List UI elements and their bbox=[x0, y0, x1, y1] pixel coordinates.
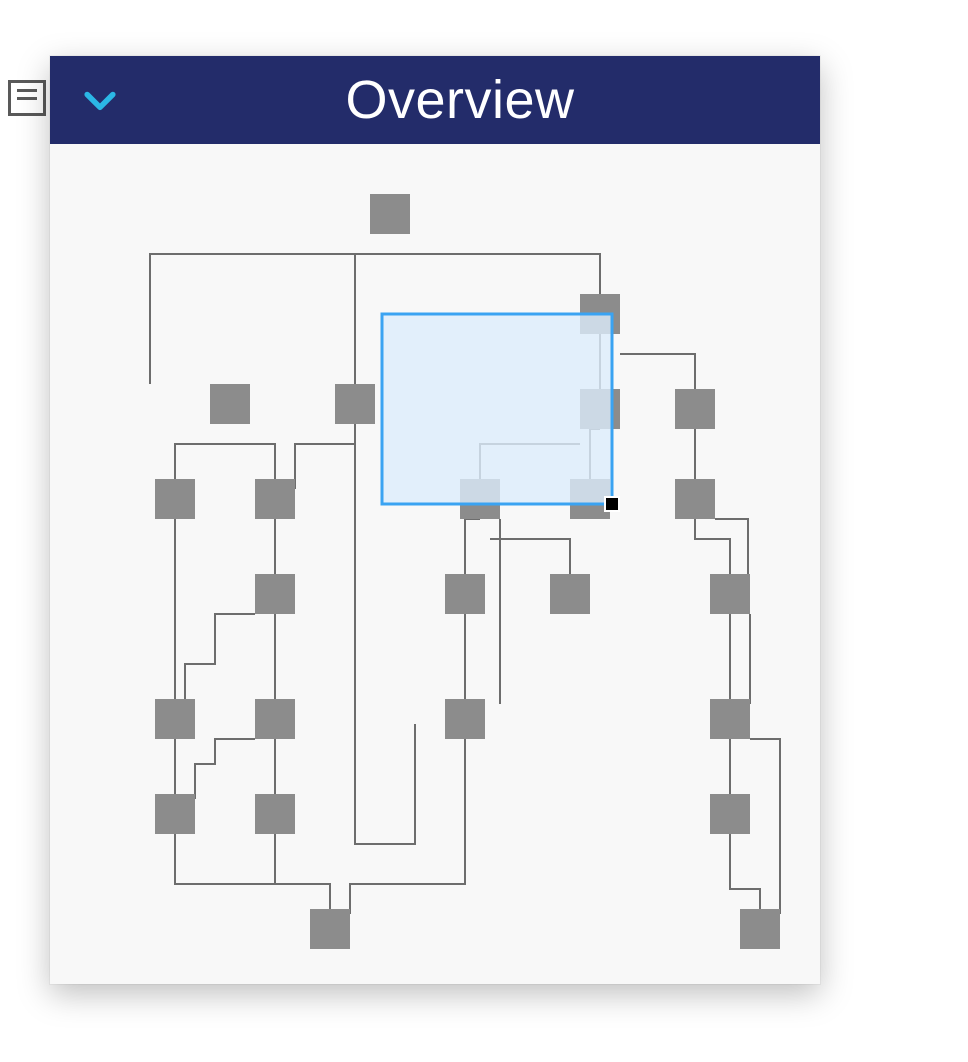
graph-node[interactable] bbox=[710, 794, 750, 834]
graph-node[interactable] bbox=[445, 699, 485, 739]
graph-edge bbox=[750, 739, 780, 914]
graph-node[interactable] bbox=[675, 389, 715, 429]
graph-node[interactable] bbox=[445, 574, 485, 614]
graph-edge bbox=[195, 739, 255, 799]
graph-edge bbox=[730, 834, 760, 909]
graph-node[interactable] bbox=[550, 574, 590, 614]
graph-edge bbox=[695, 519, 730, 574]
graph-node[interactable] bbox=[710, 699, 750, 739]
graph-node[interactable] bbox=[335, 384, 375, 424]
graph-node[interactable] bbox=[675, 479, 715, 519]
graph-edge bbox=[230, 444, 275, 479]
graph-node[interactable] bbox=[155, 794, 195, 834]
overview-panel-header[interactable]: Overview bbox=[50, 56, 820, 144]
chevron-down-icon[interactable] bbox=[78, 78, 122, 122]
graph-node[interactable] bbox=[710, 574, 750, 614]
minimap-viewport[interactable] bbox=[382, 314, 612, 504]
graph-node[interactable] bbox=[740, 909, 780, 949]
graph-node[interactable] bbox=[255, 699, 295, 739]
overview-panel: Overview bbox=[50, 56, 820, 984]
graph-node[interactable] bbox=[210, 384, 250, 424]
graph-node[interactable] bbox=[155, 479, 195, 519]
graph-edge bbox=[185, 614, 255, 704]
graph-node[interactable] bbox=[310, 909, 350, 949]
graph-node[interactable] bbox=[255, 479, 295, 519]
graph-node[interactable] bbox=[155, 699, 195, 739]
graph-node[interactable] bbox=[370, 194, 410, 234]
graph-edge bbox=[390, 254, 600, 294]
graph-edge bbox=[175, 834, 330, 909]
graph-canvas[interactable] bbox=[50, 144, 820, 984]
graph-edge bbox=[465, 519, 480, 574]
overview-panel-title: Overview bbox=[158, 69, 762, 131]
background-node-icon bbox=[8, 80, 46, 116]
graph-edge bbox=[620, 354, 695, 389]
graph-edge bbox=[295, 444, 355, 489]
overview-minimap[interactable] bbox=[50, 144, 820, 984]
minimap-viewport-resize-handle[interactable] bbox=[605, 497, 619, 511]
graph-edge bbox=[350, 739, 465, 914]
graph-node[interactable] bbox=[255, 574, 295, 614]
graph-edge bbox=[175, 444, 230, 479]
graph-edge bbox=[490, 539, 570, 574]
graph-node[interactable] bbox=[255, 794, 295, 834]
